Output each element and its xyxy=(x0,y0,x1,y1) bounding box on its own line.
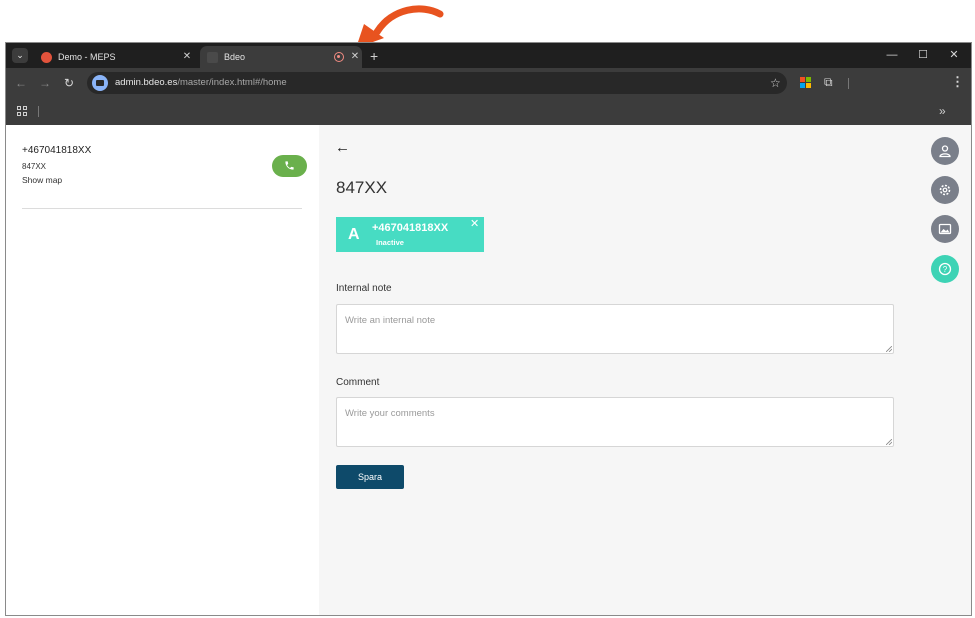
reload-button[interactable]: ↻ xyxy=(61,75,77,91)
gallery-button[interactable] xyxy=(931,215,959,243)
maximize-button[interactable]: ☐ xyxy=(913,46,933,64)
browser-menu-icon[interactable]: ⋮ xyxy=(951,74,964,90)
screenshot: ⌄ Demo - MEPS ✕ Bdeo ✕ + — ☐ ✕ ← → ↻ adm… xyxy=(0,0,975,618)
site-info-icon[interactable] xyxy=(92,75,108,91)
internal-note-label: Internal note xyxy=(336,283,392,294)
tab-search-button[interactable]: ⌄ xyxy=(12,48,28,63)
detail-panel: ← 847XX A +467041818XX Inactive ✕ Intern… xyxy=(319,125,971,615)
svg-text:?: ? xyxy=(943,265,948,274)
gallery-icon xyxy=(938,223,952,235)
list-item-plate: 847XX xyxy=(22,162,47,171)
back-arrow-icon[interactable]: ← xyxy=(335,140,350,156)
phone-icon xyxy=(285,161,294,170)
help-icon: ? xyxy=(938,262,952,276)
url-text: admin.bdeo.es/master/index.html#/home xyxy=(115,77,287,88)
resize-handle-icon[interactable] xyxy=(886,346,892,352)
resize-handle-icon[interactable] xyxy=(886,439,892,445)
help-button[interactable]: ? xyxy=(931,255,959,283)
apps-grid-icon[interactable] xyxy=(17,106,28,117)
chip-avatar-letter: A xyxy=(348,226,360,243)
list-divider xyxy=(22,208,302,209)
internal-note-placeholder: Write an internal note xyxy=(345,315,436,326)
address-bar[interactable]: admin.bdeo.es/master/index.html#/home ☆ xyxy=(87,72,787,94)
back-button[interactable]: ← xyxy=(13,75,29,91)
new-tab-button[interactable]: + xyxy=(370,47,378,65)
user-button[interactable] xyxy=(931,137,959,165)
settings-icon xyxy=(939,184,951,196)
meps-favicon-icon xyxy=(41,52,52,63)
tab-bdeo[interactable]: Bdeo ✕ xyxy=(200,46,362,68)
vehicle-list-panel: +467041818XX 847XX Show map xyxy=(6,125,319,615)
settings-button[interactable] xyxy=(931,176,959,204)
minimize-button[interactable]: — xyxy=(882,46,902,64)
browser-window: ⌄ Demo - MEPS ✕ Bdeo ✕ + — ☐ ✕ ← → ↻ adm… xyxy=(5,42,972,616)
chip-close-icon[interactable]: ✕ xyxy=(470,218,479,231)
tab-demo-meps[interactable]: Demo - MEPS ✕ xyxy=(34,46,196,68)
page-content: +467041818XX 847XX Show map ← 847XX A +4… xyxy=(6,125,971,615)
tab-title: Demo - MEPS xyxy=(58,52,116,62)
page-title: 847XX xyxy=(336,178,388,197)
recording-icon xyxy=(334,52,344,62)
list-item-phone[interactable]: +467041818XX xyxy=(22,145,91,156)
status-badge: Inactive xyxy=(376,238,404,247)
internal-note-field[interactable]: Write an internal note xyxy=(336,304,894,354)
chip-phone-number: +467041818XX xyxy=(372,222,449,234)
call-button[interactable] xyxy=(272,155,307,177)
user-icon xyxy=(939,145,951,158)
microsoft-extension-icon[interactable] xyxy=(800,77,811,88)
tab-close-icon[interactable]: ✕ xyxy=(180,46,194,68)
tab-close-icon[interactable]: ✕ xyxy=(348,46,362,68)
tab-bar: ⌄ Demo - MEPS ✕ Bdeo ✕ + — ☐ ✕ xyxy=(6,43,971,68)
browser-toolbar: ← → ↻ admin.bdeo.es/master/index.html#/h… xyxy=(6,68,971,98)
save-button[interactable]: Spara xyxy=(336,465,404,489)
close-window-button[interactable]: ✕ xyxy=(944,46,964,64)
comment-label: Comment xyxy=(336,377,380,388)
bdeo-favicon-icon xyxy=(207,52,218,63)
extensions-puzzle-icon[interactable]: ⧉ xyxy=(824,75,833,90)
bookmarks-divider xyxy=(38,106,39,117)
forward-button[interactable]: → xyxy=(37,75,53,91)
comment-placeholder: Write your comments xyxy=(345,408,435,419)
contact-chip: A +467041818XX Inactive ✕ xyxy=(336,217,484,252)
bookmark-star-icon[interactable]: ☆ xyxy=(770,72,781,94)
bookmarks-bar: » xyxy=(6,98,971,125)
show-map-link[interactable]: Show map xyxy=(22,175,62,185)
toolbar-divider xyxy=(848,78,849,89)
tab-title: Bdeo xyxy=(224,52,246,62)
bookmarks-overflow-icon[interactable]: » xyxy=(939,103,946,119)
comment-field[interactable]: Write your comments xyxy=(336,397,894,447)
